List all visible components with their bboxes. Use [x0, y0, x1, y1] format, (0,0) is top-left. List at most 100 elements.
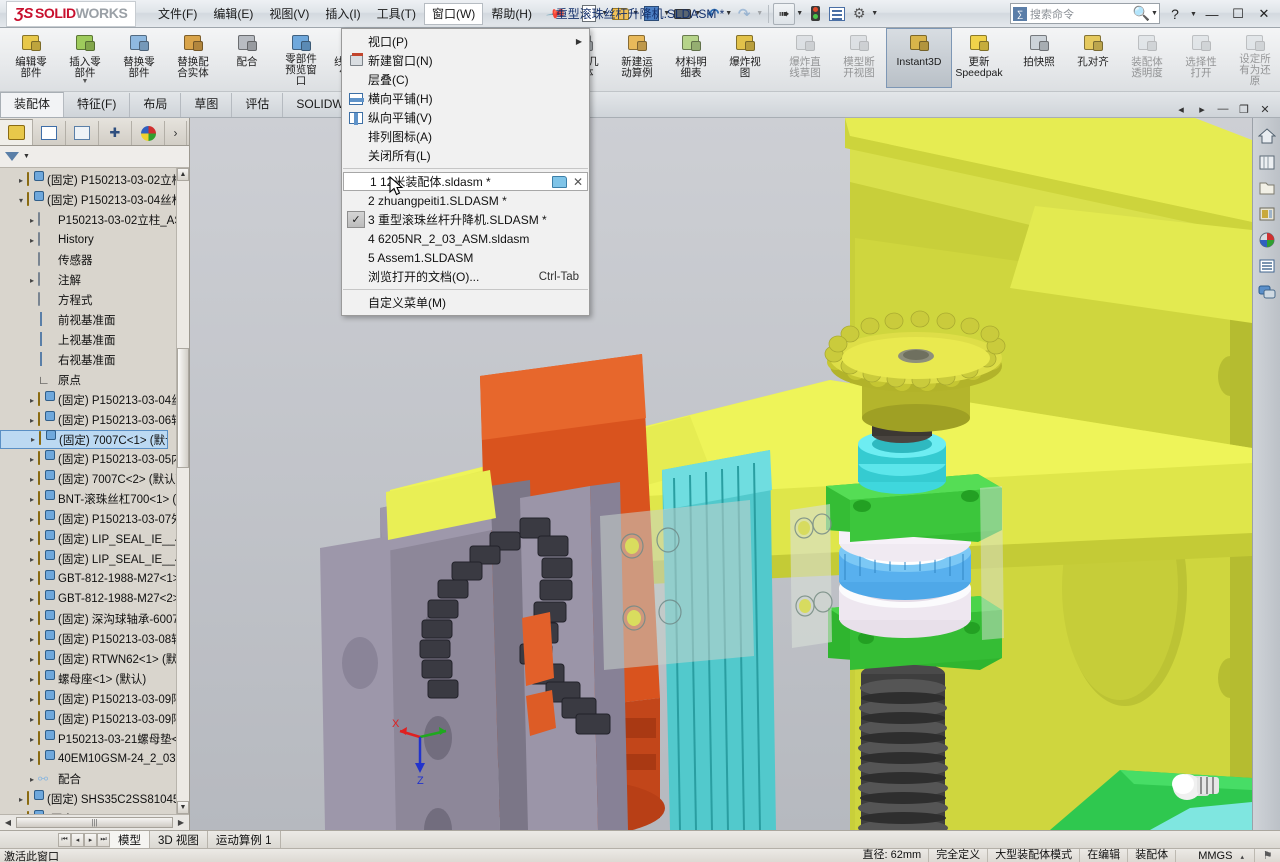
ribbon-update-speedpak[interactable]: 更新 Speedpak — [952, 28, 1006, 88]
tree-horizontal-scrollbar[interactable]: ◀ ||| ▶ — [0, 814, 189, 830]
tree-expand-icon[interactable] — [27, 435, 39, 444]
tree-row[interactable]: 传感器 — [0, 250, 189, 270]
tree-tab-property-manager[interactable] — [33, 121, 66, 145]
menu-doc-3[interactable]: ✓ 3 重型滚珠丝杆升降机.SLDASM * — [342, 210, 589, 229]
tree-row[interactable]: 注解 — [0, 270, 189, 290]
tree-expand-icon[interactable] — [26, 655, 38, 664]
tree-row[interactable]: ⚯ 配合 — [0, 769, 189, 789]
close-button[interactable]: ✕ — [1252, 3, 1276, 25]
tree-scroll-right-button[interactable]: ▶ — [175, 818, 187, 827]
menu-customize[interactable]: 自定义菜单(M) — [342, 293, 589, 312]
tree-row[interactable]: (固定) SHS35C2SS810450B-M — [0, 809, 189, 814]
ribbon-component-preview-window[interactable]: 零部件 预览窗口 — [274, 28, 328, 88]
nav-prev-button[interactable]: ◂ — [71, 832, 84, 847]
tree-tab-expand[interactable]: › — [165, 121, 187, 145]
tree-expand-icon[interactable] — [26, 495, 38, 504]
tree-row[interactable]: (固定) 深沟球轴承-6007< — [0, 609, 189, 629]
ribbon-insert-component[interactable]: 插入零 部件 ▼ — [58, 28, 112, 88]
open-containing-folder-icon[interactable] — [551, 175, 567, 188]
menu-insert[interactable]: 插入(I) — [317, 3, 368, 25]
task-pane-file-explorer-icon[interactable] — [1255, 176, 1279, 200]
tree-row[interactable]: 方程式 — [0, 290, 189, 310]
tree-expand-icon[interactable] — [26, 455, 38, 464]
status-units-caret-icon[interactable]: ▴ — [1240, 854, 1244, 861]
display-list-icon[interactable] — [826, 3, 848, 25]
tree-row[interactable]: 前视基准面 — [0, 310, 189, 330]
tree-expand-icon[interactable] — [26, 535, 38, 544]
tree-filter-bar[interactable]: ▼ — [0, 146, 189, 174]
nav-first-button[interactable]: ⏮ — [58, 832, 71, 847]
tree-row[interactable]: (固定) P150213-03-02立柱<1 — [0, 170, 189, 190]
ribbon-mate[interactable]: 配合 — [220, 28, 274, 88]
nav-next-button[interactable]: ▸ — [84, 832, 97, 847]
ribbon-exploded-view[interactable]: 爆炸视图 — [718, 28, 772, 88]
ribbon-instant3d[interactable]: Instant3D — [886, 28, 952, 88]
tree-row[interactable]: (固定) RTWN62<1> (默认 — [0, 649, 189, 669]
help-caret-icon[interactable]: ▼ — [1189, 11, 1198, 18]
tree-expand-icon[interactable] — [26, 216, 38, 225]
tree-expand-icon[interactable] — [26, 735, 38, 744]
tree-expand-icon[interactable] — [26, 396, 38, 405]
tree-row[interactable]: (固定) P150213-03-09限位 — [0, 709, 189, 729]
tree-scroll-thumb[interactable] — [177, 348, 189, 468]
tree-row[interactable]: (固定) SHS35C2SS810450B-M — [0, 789, 189, 809]
tree-row[interactable]: (固定) P150213-03-05内隔 — [0, 449, 189, 469]
tree-expand-icon[interactable] — [26, 675, 38, 684]
menu-doc-2[interactable]: 2 zhuangpeiti1.SLDASM * — [342, 191, 589, 210]
ribbon-replace-component[interactable]: 替换零 部件 — [112, 28, 166, 88]
redo-icon[interactable]: ↷ — [733, 3, 755, 25]
menu-doc-4[interactable]: 4 6205NR_2_03_ASM.sldasm — [342, 229, 589, 248]
tree-row[interactable]: (固定) 7007C<2> (默认) — [0, 469, 189, 489]
task-pane-forum-icon[interactable] — [1255, 280, 1279, 304]
tree-expand-icon[interactable] — [26, 635, 38, 644]
save-icon[interactable] — [640, 3, 662, 25]
tree-expand-icon[interactable] — [26, 236, 38, 245]
new-document-caret-icon[interactable]: ▼ — [600, 10, 609, 17]
select-caret-icon[interactable]: ▼ — [795, 10, 804, 17]
menu-edit[interactable]: 编辑(E) — [205, 3, 261, 25]
task-pane-appearances-icon[interactable] — [1255, 228, 1279, 252]
tree-tab-display-manager[interactable] — [132, 121, 165, 145]
tree-tab-feature-manager[interactable] — [0, 119, 33, 145]
tree-row[interactable]: (固定) P150213-03-09限位 — [0, 689, 189, 709]
undo-icon[interactable]: ↶ — [702, 3, 724, 25]
rebuild-icon[interactable] — [804, 3, 826, 25]
maximize-button[interactable]: ☐ — [1226, 3, 1250, 25]
tree-row[interactable]: (固定) P150213-03-04丝杠底座 — [0, 190, 189, 210]
magnifier-icon[interactable]: 🔍 — [1133, 5, 1150, 22]
ribbon-bill-of-materials[interactable]: 材料明 细表 — [664, 28, 718, 88]
help-button[interactable]: ? — [1163, 3, 1187, 25]
tree-expand-icon[interactable] — [26, 615, 38, 624]
task-pane-design-library-icon[interactable] — [1255, 150, 1279, 174]
menu-arrange-icons[interactable]: 排列图标(A) — [342, 127, 589, 146]
ribbon-hole-alignment[interactable]: 孔对齐 — [1066, 28, 1120, 88]
bottom-tab-model[interactable]: 模型 — [110, 830, 150, 849]
tree-row[interactable]: P150213-03-21螺母垫<1 — [0, 729, 189, 749]
task-pane-view-palette-icon[interactable] — [1255, 202, 1279, 226]
minimize-button[interactable]: — — [1200, 3, 1224, 25]
menu-tile-horizontally[interactable]: 横向平铺(H) — [342, 89, 589, 108]
status-units[interactable]: MMGS ▴ — [1175, 849, 1254, 862]
ribbon-replace-mate-entity[interactable]: 替换配 合实体 — [166, 28, 220, 88]
search-input[interactable]: 搜索命令 — [1030, 6, 1074, 22]
tab-features[interactable]: 特征(F) — [64, 93, 131, 117]
ribbon-take-snapshot[interactable]: 拍快照 — [1012, 28, 1066, 88]
ribbon-new-motion-study[interactable]: 新建运 动算例 — [610, 28, 664, 88]
tree-expand-icon[interactable] — [26, 775, 38, 784]
tree-collapse-icon[interactable] — [15, 196, 27, 205]
tab-sketch[interactable]: 草图 — [181, 93, 233, 117]
tree-row[interactable]: (固定) P150213-03-06轴承 — [0, 410, 189, 430]
close-document-icon[interactable]: ✕ — [573, 175, 583, 189]
tree-expand-icon[interactable] — [26, 595, 38, 604]
tree-expand-icon[interactable] — [26, 695, 38, 704]
save-caret-icon[interactable]: ▼ — [662, 10, 671, 17]
tree-expand-icon[interactable] — [26, 276, 38, 285]
filter-caret-icon[interactable]: ▼ — [22, 153, 31, 160]
tree-row[interactable]: History — [0, 230, 189, 250]
bottom-tab-3d-views[interactable]: 3D 视图 — [150, 830, 208, 849]
tree-expand-icon[interactable] — [26, 515, 38, 524]
tree-scroll-up-button[interactable]: ▲ — [177, 168, 189, 181]
tree-scroll-down-button[interactable]: ▼ — [177, 801, 189, 814]
tab-evaluate[interactable]: 评估 — [232, 93, 284, 117]
tree-vertical-scrollbar[interactable]: ▲ ▼ — [176, 168, 189, 814]
